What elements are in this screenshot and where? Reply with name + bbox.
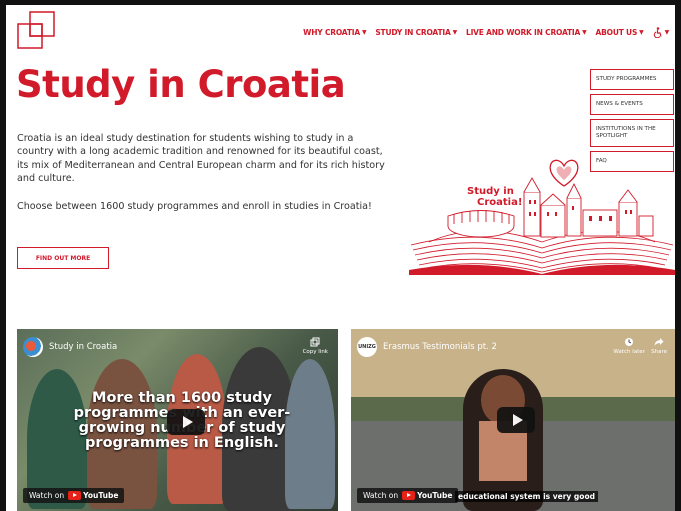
choose-text: Choose between 1600 study programmes and… [17, 201, 372, 212]
page-title: Study in Croatia [16, 63, 346, 106]
caret-down-icon: ▼ [582, 29, 587, 36]
illustration-label-line2: Croatia! [477, 197, 522, 208]
croatia-book-illustration: Study in Croatia! [409, 159, 675, 275]
video-header: Study in Croatia [23, 337, 117, 357]
main-nav: WHY CROATIA ▼ STUDY IN CROATIA ▼ LIVE AND … [303, 27, 669, 38]
copy-link-label: Copy link [302, 349, 328, 355]
nav-why-croatia[interactable]: WHY CROATIA ▼ [303, 28, 366, 37]
nav-live-and-work[interactable]: LIVE AND WORK IN CROATIA ▼ [466, 28, 587, 37]
caret-down-icon: ▼ [452, 29, 458, 36]
youtube-logo: YouTube [402, 491, 452, 500]
play-button[interactable] [167, 409, 205, 435]
side-item-study-programmes[interactable]: STUDY PROGRAMMES [590, 69, 674, 90]
logo[interactable] [17, 11, 57, 51]
youtube-logo: YouTube [68, 491, 118, 500]
play-button[interactable] [497, 407, 535, 433]
find-out-more-button[interactable]: FIND OUT MORE [17, 247, 109, 269]
watch-on-label: Watch on [363, 491, 399, 500]
channel-avatar[interactable] [23, 337, 43, 357]
illustration-label-line1: Study in [467, 186, 514, 197]
intro-text: Croatia is an ideal study destination fo… [17, 133, 385, 184]
nav-label: STUDY IN CROATIA [375, 28, 451, 37]
watch-on-label: Watch on [29, 491, 65, 500]
youtube-wordmark: YouTube [83, 491, 119, 500]
caret-down-icon: ▼ [664, 29, 670, 36]
youtube-wordmark: YouTube [417, 491, 453, 500]
channel-avatar[interactable]: UNIZG [357, 337, 377, 357]
nav-label: ABOUT US [595, 28, 638, 37]
share-label: Share [651, 349, 667, 355]
video-study-in-croatia[interactable]: Study in Croatia Copy link More than 160… [17, 329, 338, 511]
watch-later-label: Watch later [613, 349, 645, 355]
page: WHY CROATIA ▼ STUDY IN CROATIA ▼ LIVE AND … [6, 5, 675, 511]
side-item-institutions[interactable]: INSTITUTIONS IN THE SPOTLIGHT [590, 119, 674, 147]
side-item-news-events[interactable]: NEWS & EVENTS [590, 94, 674, 115]
youtube-play-icon [402, 491, 416, 500]
copy-icon [310, 337, 320, 347]
copy-link-button[interactable]: Copy link [303, 337, 328, 355]
nav-label: WHY CROATIA [303, 28, 360, 37]
caret-down-icon: ▼ [639, 29, 644, 36]
video-title[interactable]: Study in Croatia [49, 342, 117, 352]
clock-icon [625, 338, 634, 346]
youtube-play-icon [68, 491, 82, 500]
watch-on-youtube-button[interactable]: Watch on YouTube [23, 488, 125, 503]
watch-later-button[interactable]: Watch later [613, 337, 645, 355]
video-erasmus-testimonials[interactable]: UNIZG Erasmus Testimonials pt. 2 Watch l… [351, 329, 675, 511]
video-caption: educational system is very good [455, 491, 598, 502]
accessibility-icon [653, 27, 662, 38]
share-icon [654, 338, 664, 346]
video-header: UNIZG Erasmus Testimonials pt. 2 [357, 337, 497, 357]
share-button[interactable]: Share [651, 337, 667, 355]
nav-about-us[interactable]: ABOUT US ▼ [596, 28, 644, 37]
video-title[interactable]: Erasmus Testimonials pt. 2 [383, 342, 497, 352]
nav-study-in-croatia[interactable]: STUDY IN CROATIA ▼ [375, 28, 457, 37]
accessibility-menu[interactable]: ▼ [653, 27, 669, 38]
nav-label: LIVE AND WORK IN CROATIA [465, 28, 581, 37]
caret-down-icon: ▼ [361, 29, 367, 36]
watch-on-youtube-button[interactable]: Watch on YouTube [357, 488, 459, 503]
